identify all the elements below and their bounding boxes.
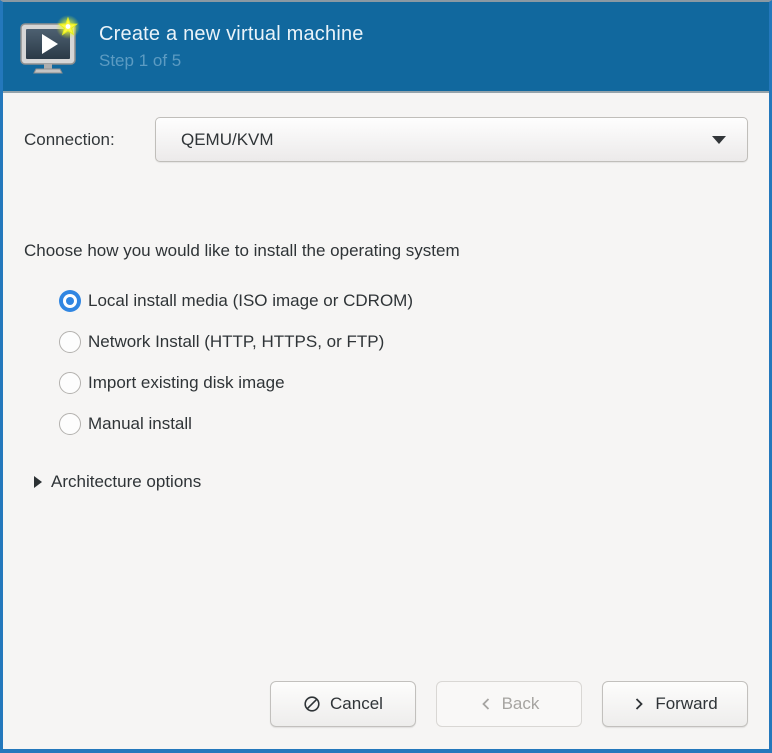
page-title: Create a new virtual machine — [99, 22, 364, 45]
radio-button-icon[interactable] — [59, 412, 81, 435]
chevron-left-icon — [481, 698, 489, 710]
dialog-button-row: Cancel Back Forward — [24, 681, 748, 727]
connection-label: Connection: — [24, 129, 115, 149]
architecture-options-expander[interactable]: Architecture options — [34, 472, 748, 492]
radio-option-local-install[interactable]: Local install media (ISO image or CDROM) — [24, 280, 748, 321]
radio-option-label: Network Install (HTTP, HTTPS, or FTP) — [88, 331, 385, 351]
radio-option-network-install[interactable]: Network Install (HTTP, HTTPS, or FTP) — [24, 321, 748, 362]
install-method-options: Local install media (ISO image or CDROM)… — [24, 280, 748, 444]
forward-button-label: Forward — [655, 694, 718, 713]
back-button[interactable]: Back — [436, 681, 582, 727]
expander-label: Architecture options — [51, 472, 202, 491]
expander-triangle-icon — [34, 476, 42, 488]
radio-option-label: Local install media (ISO image or CDROM) — [88, 290, 413, 310]
connection-row: Connection: QEMU/KVM — [24, 117, 748, 162]
radio-option-label: Manual install — [88, 413, 192, 433]
dialog-titles: Create a new virtual machine Step 1 of 5 — [99, 23, 364, 71]
radio-option-label: Import existing disk image — [88, 372, 285, 392]
install-method-prompt: Choose how you would like to install the… — [24, 241, 460, 260]
back-button-label: Back — [501, 694, 540, 713]
radio-button-icon[interactable] — [59, 289, 81, 312]
create-vm-dialog: Create a new virtual machine Step 1 of 5… — [0, 0, 772, 753]
radio-button-icon[interactable] — [59, 330, 81, 353]
radio-button-icon[interactable] — [59, 371, 81, 394]
cancel-button[interactable]: Cancel — [270, 681, 416, 727]
step-indicator: Step 1 of 5 — [99, 50, 182, 70]
forward-button[interactable]: Forward — [602, 681, 748, 727]
virtual-machine-icon — [20, 14, 80, 73]
cancel-button-label: Cancel — [330, 694, 383, 713]
radio-option-manual-install[interactable]: Manual install — [24, 403, 748, 444]
connection-dropdown[interactable]: QEMU/KVM — [155, 117, 748, 162]
radio-option-import-disk[interactable]: Import existing disk image — [24, 362, 748, 403]
dialog-body: Connection: QEMU/KVM Choose how you woul… — [3, 93, 769, 749]
chevron-right-icon — [636, 698, 644, 710]
dialog-header: Create a new virtual machine Step 1 of 5 — [3, 2, 769, 93]
cancel-slash-circle-icon — [304, 696, 320, 712]
connection-dropdown-value: QEMU/KVM — [181, 129, 274, 149]
chevron-down-icon — [712, 135, 726, 144]
